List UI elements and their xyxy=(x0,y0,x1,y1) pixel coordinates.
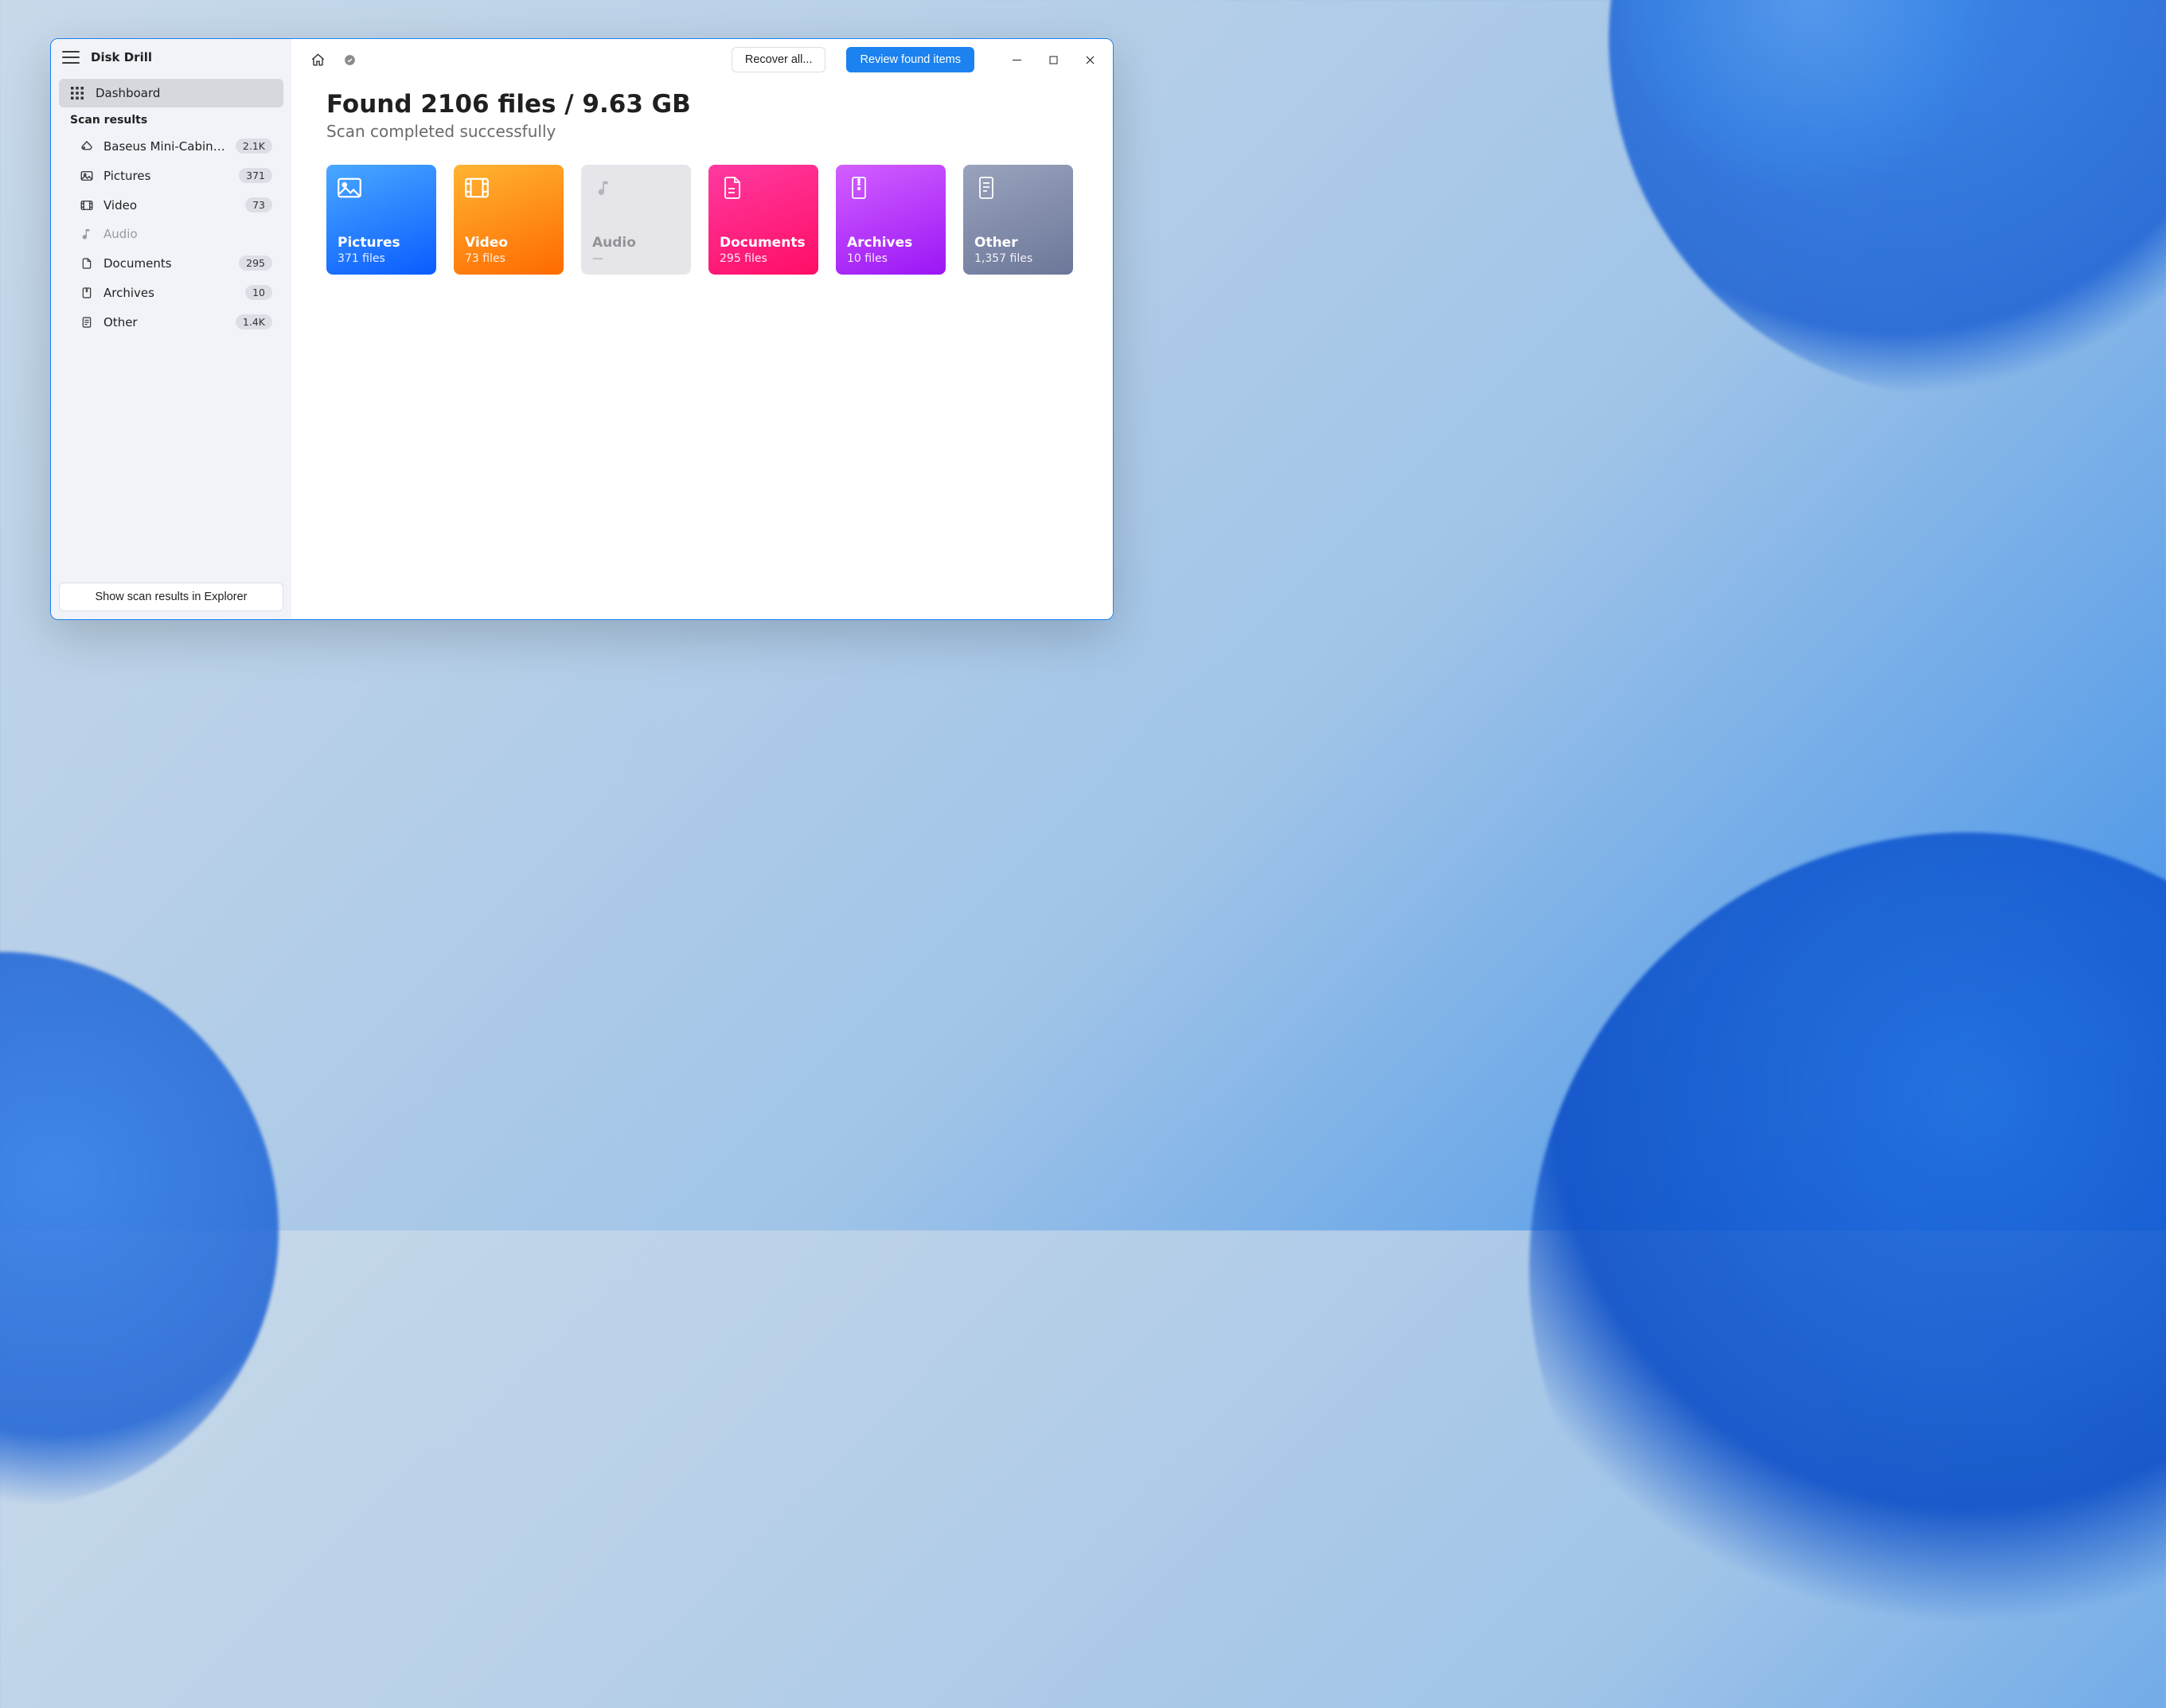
sidebar-item-video[interactable]: Video 73 xyxy=(59,190,283,220)
card-title: Other xyxy=(974,235,1062,251)
titlebar: Recover all... Review found items xyxy=(291,39,1113,80)
card-pictures[interactable]: Pictures 371 files xyxy=(326,165,436,275)
hamburger-icon[interactable] xyxy=(62,51,80,64)
sidebar-body: Dashboard Scan results Baseus Mini-Cabin… xyxy=(51,72,291,575)
card-subtitle: 10 files xyxy=(847,252,935,265)
card-title: Documents xyxy=(720,235,807,251)
recover-all-button[interactable]: Recover all... xyxy=(732,47,826,72)
document-icon xyxy=(720,176,743,200)
sidebar-item-label: Documents xyxy=(103,256,229,271)
sidebar-item-label: Video xyxy=(103,198,236,213)
sidebar-header: Disk Drill xyxy=(51,39,291,72)
sidebar-item-archives[interactable]: Archives 10 xyxy=(59,278,283,307)
archive-icon xyxy=(847,176,871,200)
minimize-icon xyxy=(1013,56,1021,64)
window-controls xyxy=(998,47,1108,72)
home-button[interactable] xyxy=(307,49,328,70)
status-indicator[interactable] xyxy=(339,49,360,70)
page-title: Found 2106 files / 9.63 GB xyxy=(326,90,1078,119)
review-found-items-button[interactable]: Review found items xyxy=(846,47,974,72)
count-badge: 2.1K xyxy=(236,138,272,154)
main-panel: Recover all... Review found items Found … xyxy=(291,39,1113,619)
file-icon xyxy=(974,176,998,200)
film-icon xyxy=(465,176,489,200)
category-cards: Pictures 371 files Video 73 files Audio … xyxy=(326,165,1078,275)
close-icon xyxy=(1086,56,1095,64)
card-title: Archives xyxy=(847,235,935,251)
image-icon xyxy=(338,176,361,200)
sidebar: Disk Drill Dashboard Scan results Baseus… xyxy=(51,39,291,619)
card-subtitle: 371 files xyxy=(338,252,425,265)
check-circle-icon xyxy=(343,53,357,67)
drive-icon xyxy=(80,139,94,154)
card-documents[interactable]: Documents 295 files xyxy=(708,165,818,275)
maximize-icon xyxy=(1049,56,1058,64)
count-badge: 295 xyxy=(239,255,272,271)
close-button[interactable] xyxy=(1071,47,1108,72)
show-in-explorer-button[interactable]: Show scan results in Explorer xyxy=(59,583,283,611)
card-other[interactable]: Other 1,357 files xyxy=(963,165,1073,275)
grid-icon xyxy=(70,86,84,100)
card-audio: Audio — xyxy=(581,165,691,275)
music-note-icon xyxy=(80,227,94,241)
count-badge: 10 xyxy=(245,285,272,300)
sidebar-item-pictures[interactable]: Pictures 371 xyxy=(59,161,283,190)
count-badge: 1.4K xyxy=(236,314,272,330)
sidebar-section-title: Scan results xyxy=(59,107,283,131)
sidebar-footer: Show scan results in Explorer xyxy=(51,575,291,619)
document-icon xyxy=(80,256,94,271)
film-icon xyxy=(80,198,94,213)
home-icon xyxy=(310,53,326,68)
sidebar-item-label: Baseus Mini-Cabin Card... xyxy=(103,139,226,154)
image-icon xyxy=(80,169,94,183)
card-subtitle: 1,357 files xyxy=(974,252,1062,265)
sidebar-item-audio[interactable]: Audio xyxy=(59,220,283,248)
sidebar-item-label: Archives xyxy=(103,286,236,300)
page-subtitle: Scan completed successfully xyxy=(326,122,1078,141)
card-subtitle: — xyxy=(592,252,680,265)
maximize-button[interactable] xyxy=(1035,47,1071,72)
count-badge: 73 xyxy=(245,197,272,213)
minimize-button[interactable] xyxy=(998,47,1035,72)
card-title: Audio xyxy=(592,235,680,251)
file-icon xyxy=(80,315,94,330)
sidebar-item-label: Audio xyxy=(103,227,272,241)
content: Found 2106 files / 9.63 GB Scan complete… xyxy=(291,80,1113,298)
sidebar-item-device[interactable]: Baseus Mini-Cabin Card... 2.1K xyxy=(59,131,283,161)
sidebar-item-label: Other xyxy=(103,315,226,330)
card-video[interactable]: Video 73 files xyxy=(454,165,564,275)
sidebar-item-other[interactable]: Other 1.4K xyxy=(59,307,283,337)
card-subtitle: 295 files xyxy=(720,252,807,265)
sidebar-item-label: Pictures xyxy=(103,169,229,183)
music-note-icon xyxy=(592,176,616,200)
card-title: Pictures xyxy=(338,235,425,251)
titlebar-left xyxy=(307,49,360,70)
count-badge: 371 xyxy=(239,168,272,183)
sidebar-item-documents[interactable]: Documents 295 xyxy=(59,248,283,278)
card-archives[interactable]: Archives 10 files xyxy=(836,165,946,275)
card-subtitle: 73 files xyxy=(465,252,552,265)
app-window: Disk Drill Dashboard Scan results Baseus… xyxy=(50,38,1114,620)
archive-icon xyxy=(80,286,94,300)
app-title: Disk Drill xyxy=(91,50,152,64)
sidebar-item-dashboard[interactable]: Dashboard xyxy=(59,79,283,107)
card-title: Video xyxy=(465,235,552,251)
sidebar-item-label: Dashboard xyxy=(96,86,272,100)
